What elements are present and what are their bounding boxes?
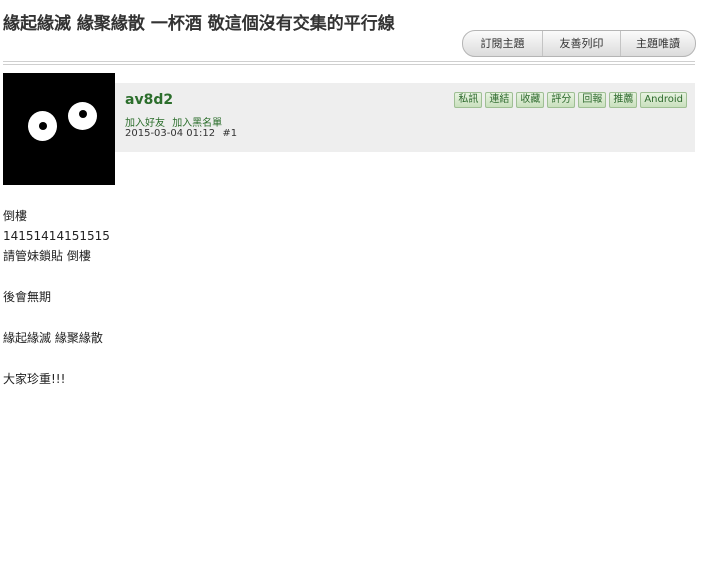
read-only-topic-button[interactable]: 主題唯讀 — [620, 31, 695, 56]
link-button[interactable]: 連結 — [485, 92, 514, 108]
post-body-line: 緣起緣滅 緣聚緣散 — [3, 331, 103, 345]
user-avatar[interactable] — [3, 73, 115, 185]
post-header: av8d2 加入好友 加入黑名單 2015-03-04 01:12 #1 私訊 … — [115, 83, 695, 152]
post-body-line: 倒樓 — [3, 209, 28, 223]
android-button[interactable]: Android — [640, 92, 687, 108]
avatar-left-eye — [28, 111, 57, 141]
print-friendly-button[interactable]: 友善列印 — [542, 31, 620, 56]
header-divider-secondary — [3, 64, 695, 65]
user-links: 加入好友 加入黑名單 — [125, 114, 226, 129]
post-body-line: 請管妹鎖貼 倒樓 — [3, 249, 91, 263]
favorite-button[interactable]: 收藏 — [516, 92, 545, 108]
post-meta: 2015-03-04 01:12 #1 — [125, 128, 241, 139]
post-body-line: 後會無期 — [3, 290, 52, 304]
subscribe-topic-button[interactable]: 訂閱主題 — [463, 31, 542, 56]
post-floor-number[interactable]: #1 — [222, 128, 237, 139]
post-username[interactable]: av8d2 — [125, 92, 173, 108]
topic-title: 緣起緣滅 緣聚緣散 一杯酒 敬這個沒有交集的平行線 — [3, 14, 395, 34]
post-body: 倒樓 14151414151515 請管妹鎖貼 倒樓 後會無期 緣起緣滅 緣聚緣… — [3, 206, 110, 389]
avatar-right-eye — [68, 102, 97, 130]
post-body-line: 14151414151515 — [3, 229, 110, 243]
topic-toolbar: 訂閱主題 友善列印 主題唯讀 — [462, 30, 696, 57]
recommend-button[interactable]: 推薦 — [609, 92, 638, 108]
post-body-line: 大家珍重!!! — [3, 372, 66, 386]
rate-button[interactable]: 評分 — [547, 92, 576, 108]
post-actions: 私訊 連結 收藏 評分 回報 推薦 Android — [454, 92, 687, 108]
private-message-button[interactable]: 私訊 — [454, 92, 483, 108]
report-button[interactable]: 回報 — [578, 92, 607, 108]
post-datetime: 2015-03-04 01:12 — [125, 128, 216, 139]
header-divider — [3, 61, 695, 62]
